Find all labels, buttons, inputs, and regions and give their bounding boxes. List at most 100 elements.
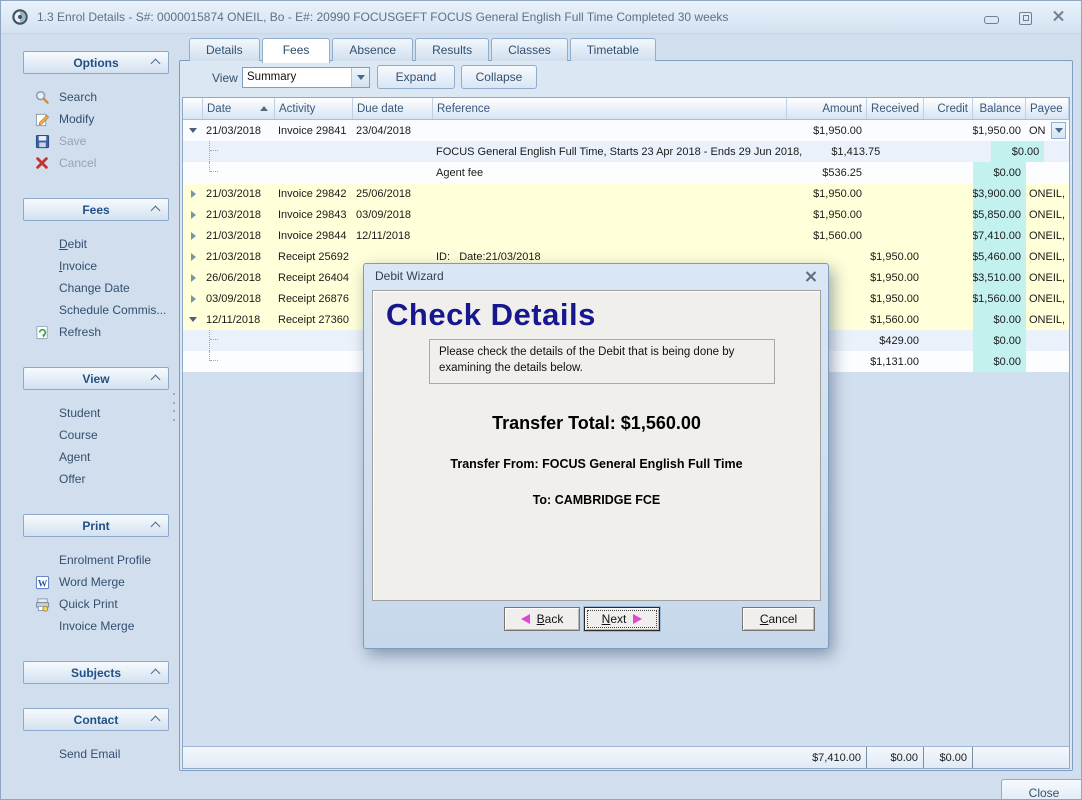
sidebar-item-search[interactable]: Search [11, 86, 179, 108]
sidebar-item-invoice-merge[interactable]: Invoice Merge [11, 615, 179, 637]
row-collapse-arrow-icon[interactable] [189, 317, 197, 322]
column-header-reference[interactable]: Reference [433, 98, 787, 119]
grid-row[interactable]: 21/03/2018Invoice 2984412/11/2018$1,560.… [183, 225, 1069, 246]
column-header-due[interactable]: Due date [353, 98, 433, 119]
sidebar-item-offer[interactable]: Offer [11, 468, 179, 490]
section-header-print[interactable]: Print [23, 514, 169, 537]
tab-timetable[interactable]: Timetable [570, 38, 656, 61]
sidebar-item-quick-print[interactable]: Quick Print [11, 593, 179, 615]
tab-absence[interactable]: Absence [332, 38, 413, 61]
cell-received: $429.00 [867, 330, 924, 351]
minimize-button[interactable] [984, 16, 999, 24]
tab-fees[interactable]: Fees [262, 38, 331, 63]
sidebar-item-debit[interactable]: Debit [11, 233, 179, 255]
cell-payee: ONEIL, [1026, 225, 1069, 246]
refresh-icon [33, 324, 51, 340]
sidebar-section-contact: Contact Send Email [11, 708, 179, 765]
row-expand-arrow-icon[interactable] [191, 253, 196, 261]
sidebar-splitter-handle[interactable] [171, 393, 177, 421]
dialog-message: Please check the details of the Debit th… [429, 339, 775, 384]
next-button[interactable]: Next [584, 607, 660, 631]
sidebar-item-send-email[interactable]: Send Email [11, 743, 179, 765]
grid-row[interactable]: Agent fee$536.25$0.00 [183, 162, 1069, 183]
sidebar-item-invoice[interactable]: Invoice [11, 255, 179, 277]
cell-date: 21/03/2018 [203, 204, 275, 225]
cell-balance: $1,950.00 [973, 120, 1026, 141]
row-collapse-arrow-icon[interactable] [189, 128, 197, 133]
sidebar-item-refresh[interactable]: Refresh [11, 321, 179, 343]
grid-row[interactable]: FOCUS General English Full Time, Starts … [183, 141, 1069, 162]
sidebar-item-label: Send Email [59, 747, 120, 761]
sidebar-item-student[interactable]: Student [11, 402, 179, 424]
sidebar-item-save[interactable]: Save [11, 130, 179, 152]
section-header-view[interactable]: View [23, 367, 169, 390]
view-select-dropdown-button[interactable] [351, 68, 369, 87]
no-icon [33, 427, 51, 443]
expand-button[interactable]: Expand [377, 65, 455, 89]
dialog-title: Debit Wizard [375, 269, 444, 283]
row-expand-arrow-icon[interactable] [191, 274, 196, 282]
column-header-credit[interactable]: Credit [924, 98, 973, 119]
row-expand-arrow-icon[interactable] [191, 295, 196, 303]
tab-results[interactable]: Results [415, 38, 489, 61]
close-button[interactable]: Close [1001, 779, 1082, 800]
chevron-up-icon [151, 716, 161, 726]
grid-row[interactable]: 21/03/2018Invoice 2984123/04/2018$1,950.… [183, 120, 1069, 141]
section-header-label: Options [73, 56, 118, 70]
grid-row[interactable]: 21/03/2018Invoice 2984225/06/2018$1,950.… [183, 183, 1069, 204]
cell-credit [924, 204, 973, 225]
payee-dropdown-button[interactable] [1051, 122, 1066, 139]
back-button[interactable]: Back [504, 607, 580, 631]
sidebar-item-label: Agent [59, 450, 90, 464]
cell-balance: $3,510.00 [973, 267, 1026, 288]
sidebar-item-agent[interactable]: Agent [11, 446, 179, 468]
cell-amount: $1,950.00 [787, 183, 867, 204]
row-expander-cell [183, 351, 203, 372]
section-header-contact[interactable]: Contact [23, 708, 169, 731]
cell-balance: $0.00 [991, 141, 1044, 162]
column-header-balance[interactable]: Balance [973, 98, 1026, 119]
view-select-value: Summary [243, 68, 351, 87]
section-header-options[interactable]: Options [23, 51, 169, 74]
tab-classes[interactable]: Classes [491, 38, 568, 61]
row-expand-arrow-icon[interactable] [191, 190, 196, 198]
sidebar-item-word-merge[interactable]: WWord Merge [11, 571, 179, 593]
dialog-close-icon[interactable] [803, 270, 819, 283]
sidebar-item-course[interactable]: Course [11, 424, 179, 446]
sidebar-item-change-date[interactable]: Change Date [11, 277, 179, 299]
column-header-date[interactable]: Date [203, 98, 275, 119]
chevron-down-icon [1055, 128, 1063, 133]
collapse-button[interactable]: Collapse [461, 65, 537, 89]
column-header-received[interactable]: Received [867, 98, 924, 119]
row-expand-arrow-icon[interactable] [191, 211, 196, 219]
cell-reference [433, 183, 787, 204]
column-header-payee[interactable]: Payee [1026, 98, 1069, 119]
sidebar-item-label: Course [59, 428, 98, 442]
row-expand-arrow-icon[interactable] [191, 232, 196, 240]
cell-reference [433, 225, 787, 246]
cell-payee: ONEIL, [1026, 309, 1069, 330]
tree-line [209, 141, 219, 162]
maximize-button[interactable] [1019, 12, 1032, 25]
sidebar-item-enrolment-profile[interactable]: Enrolment Profile [11, 549, 179, 571]
sidebar-item-schedule-commis[interactable]: Schedule Commis... [11, 299, 179, 321]
word-icon: W [33, 574, 51, 590]
section-header-subjects[interactable]: Subjects [23, 661, 169, 684]
sidebar-item-modify[interactable]: Modify [11, 108, 179, 130]
cell-payee: ONEIL, [1026, 183, 1069, 204]
cancel-button[interactable]: Cancel [742, 607, 815, 631]
section-header-fees[interactable]: Fees [23, 198, 169, 221]
window-close-button[interactable] [1052, 9, 1065, 27]
total-balance: $0.00 [924, 747, 973, 768]
sidebar-item-cancel[interactable]: Cancel [11, 152, 179, 174]
cell-received: $1,950.00 [867, 246, 924, 267]
grid-row[interactable]: 21/03/2018Invoice 2984303/09/2018$1,950.… [183, 204, 1069, 225]
tab-details[interactable]: Details [189, 38, 260, 61]
column-header-label: Reference [437, 103, 490, 115]
column-header-amount[interactable]: Amount [787, 98, 867, 119]
cell-received: $1,560.00 [867, 309, 924, 330]
view-select[interactable]: Summary [242, 67, 370, 88]
cell-received [885, 141, 942, 162]
column-header-activity[interactable]: Activity [275, 98, 353, 119]
cell-payee: ONEIL, [1026, 267, 1069, 288]
